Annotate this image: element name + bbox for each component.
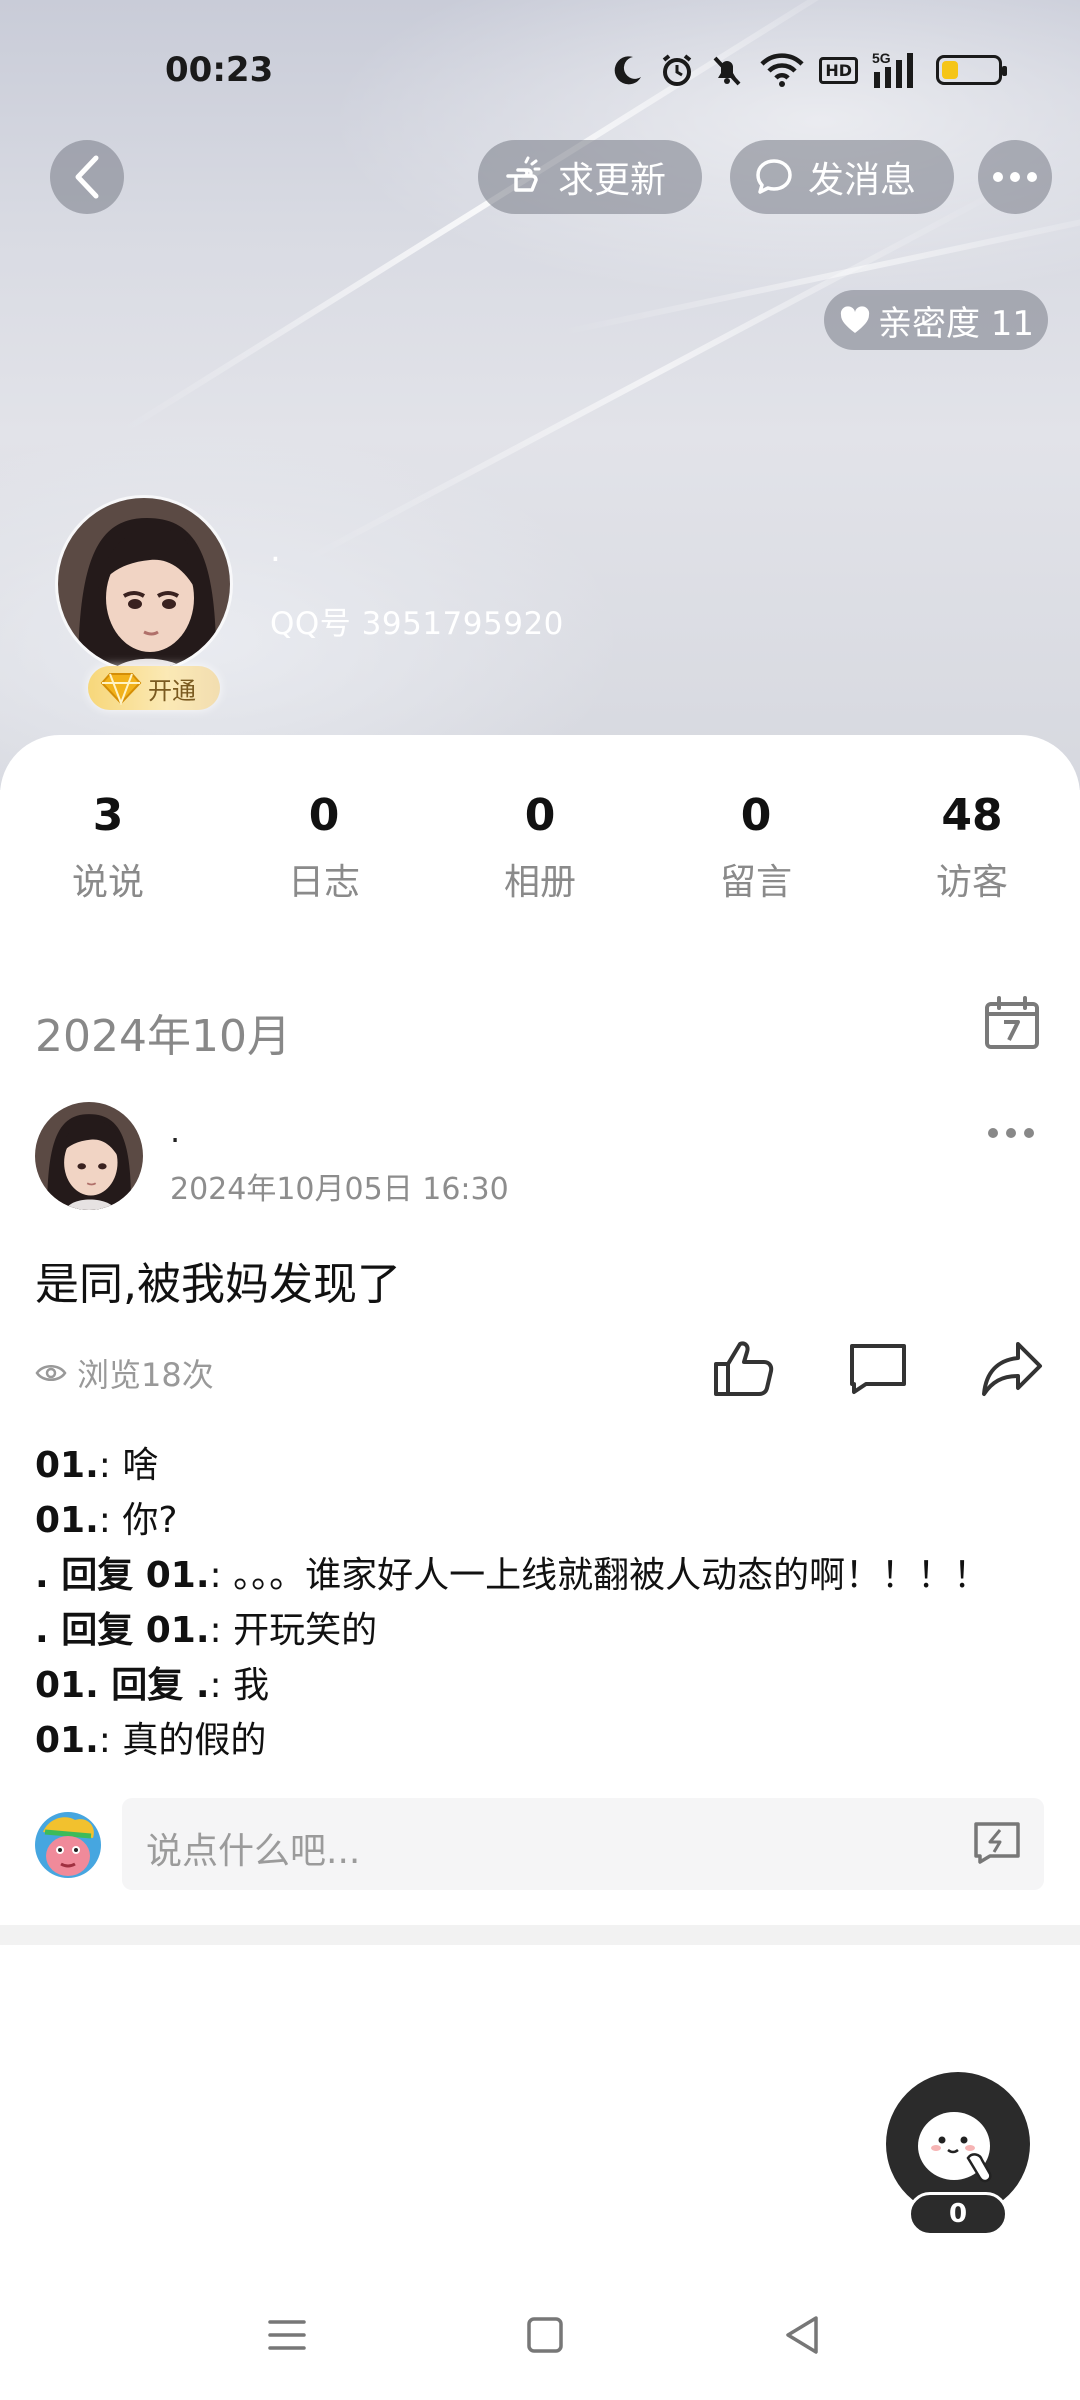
stat-label: 相册 (503, 862, 576, 903)
comment-item[interactable]: 01.: 啥 (35, 1438, 989, 1493)
stat-count: 0 (740, 790, 772, 841)
stat-blog[interactable]: 0 日志 (244, 790, 404, 905)
comment-item[interactable]: 01. 回复 .: 我 (35, 1658, 989, 1713)
svg-text:5G: 5G (872, 50, 891, 66)
chat-bubble-icon (756, 159, 792, 194)
comment-author[interactable]: . 回复 01. (35, 1610, 210, 1651)
post-text: 是同,被我妈发现了 (35, 1259, 401, 1310)
profile-qq-number: QQ号 3951795920 (270, 606, 564, 642)
mascot-icon (918, 2112, 992, 2183)
stat-count: 0 (524, 790, 556, 841)
view-count: 浏览18次 (35, 1350, 214, 1396)
send-message-label: 发消息 (808, 160, 917, 201)
comment-text: 。。。谁家好人一上线就翻被人动态的啊！！！！ (233, 1555, 990, 1596)
status-time: 00:23 (165, 50, 274, 90)
post-author-avatar[interactable] (35, 1102, 143, 1210)
profile-name: . (270, 530, 281, 570)
profile-avatar[interactable] (55, 495, 233, 673)
comment-text: 你? (122, 1500, 178, 1541)
floating-assistant-button[interactable]: 0 (874, 2070, 1044, 2240)
comment-author[interactable]: 01. 回复 . (35, 1665, 210, 1706)
floating-count: 0 (908, 2192, 1008, 2236)
comment-item[interactable]: . 回复 01.: 。。。谁家好人一上线就翻被人动态的啊！！！！ (35, 1548, 989, 1603)
back-button[interactable] (50, 140, 124, 214)
more-dots-icon (993, 172, 1003, 182)
post-timestamp: 2024年10月05日 16:30 (170, 1172, 509, 1207)
comment-author[interactable]: 01. (35, 1720, 99, 1761)
mute-icon (709, 50, 745, 90)
status-bar: 00:23 HD 5G (0, 40, 1080, 104)
back-nav-icon[interactable] (778, 2310, 828, 2360)
stat-messages[interactable]: 0 留言 (676, 790, 836, 905)
poke-hand-icon (506, 156, 541, 192)
heart-icon (840, 306, 870, 333)
chevron-left-icon (75, 155, 99, 199)
home-icon[interactable] (520, 2310, 570, 2360)
wifi-icon (759, 50, 805, 90)
comment-author[interactable]: 01. (35, 1445, 99, 1486)
comment-author[interactable]: 01. (35, 1500, 99, 1541)
request-update-button[interactable]: 求更新 (478, 140, 702, 214)
post-more-button[interactable] (988, 1128, 1034, 1138)
comment-text: 真的假的 (122, 1720, 267, 1761)
post-author-name[interactable]: . (170, 1112, 180, 1150)
hd-icon: HD (819, 50, 858, 90)
comment-item[interactable]: 01.: 真的假的 (35, 1713, 989, 1768)
diamond-icon (100, 673, 142, 705)
like-icon[interactable] (712, 1338, 776, 1398)
comment-text: 我 (233, 1665, 270, 1706)
stat-label: 留言 (719, 862, 792, 903)
stat-album[interactable]: 0 相册 (460, 790, 620, 905)
stat-label: 日志 (287, 862, 360, 903)
stat-shuoshuo[interactable]: 3 说说 (28, 790, 188, 905)
moon-icon (611, 50, 645, 90)
comment-icon[interactable] (846, 1338, 910, 1398)
more-dots-icon (988, 1128, 998, 1138)
system-nav-bar (0, 2290, 1080, 2380)
comment-item[interactable]: . 回复 01.: 开玩笑的 (35, 1603, 989, 1658)
intimacy-badge[interactable]: 亲密度 11 (824, 290, 1048, 350)
send-message-button[interactable]: 发消息 (730, 140, 954, 214)
vip-open-badge[interactable]: 开通 (88, 666, 220, 710)
month-heading: 2024年10月 (35, 1011, 291, 1062)
comment-text: 开玩笑的 (233, 1610, 378, 1651)
my-avatar (35, 1812, 101, 1878)
vip-label: 开通 (148, 676, 196, 705)
share-icon[interactable] (980, 1338, 1044, 1398)
comment-author[interactable]: . 回复 01. (35, 1555, 210, 1596)
5g-signal-icon: 5G (872, 50, 922, 90)
emoji-icon[interactable] (972, 1820, 1022, 1866)
stat-visitors[interactable]: 48 访客 (892, 790, 1052, 905)
calendar-icon[interactable] (984, 996, 1040, 1050)
comment-input[interactable]: 说点什么吧... (122, 1798, 1044, 1890)
comment-text: 啥 (122, 1445, 159, 1486)
view-count-label: 浏览18次 (77, 1356, 214, 1394)
stat-label: 访客 (935, 862, 1008, 903)
stats-row: 3 说说 0 日志 0 相册 0 留言 48 访客 (0, 790, 1080, 910)
stat-count: 0 (308, 790, 340, 841)
eye-icon (35, 1365, 67, 1381)
more-options-button[interactable] (978, 140, 1052, 214)
stat-label: 说说 (71, 862, 144, 903)
stat-count: 48 (941, 790, 1003, 841)
comment-item[interactable]: 01.: 你? (35, 1493, 989, 1548)
intimacy-label: 亲密度 11 (877, 303, 1035, 344)
request-update-label: 求更新 (558, 160, 667, 201)
menu-icon[interactable] (262, 2310, 312, 2360)
comment-placeholder: 说点什么吧... (146, 1831, 361, 1872)
battery-icon (936, 50, 1007, 90)
comment-list: 01.: 啥 01.: 你? . 回复 01.: 。。。谁家好人一上线就翻被人动… (35, 1438, 989, 1768)
stat-count: 3 (92, 790, 124, 841)
section-divider (0, 1925, 1080, 1945)
alarm-icon (659, 50, 695, 90)
